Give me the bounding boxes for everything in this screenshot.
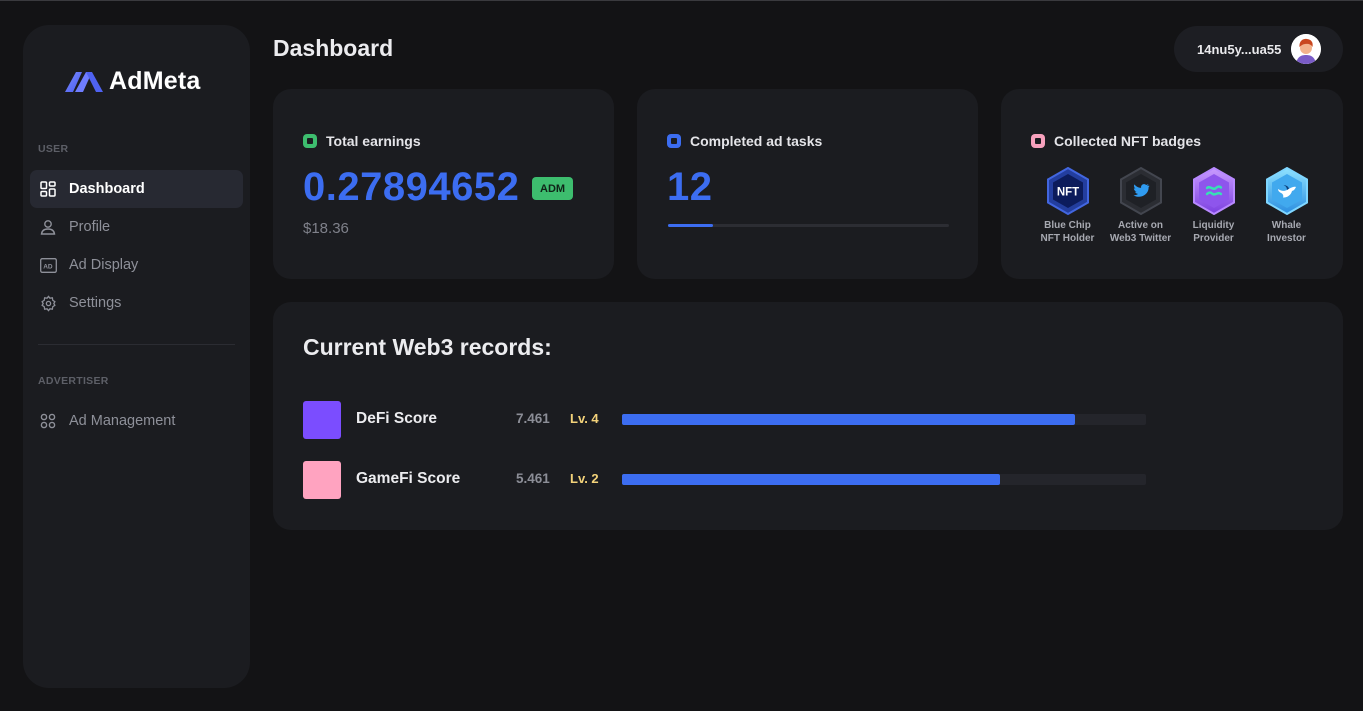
sidebar-item-label: Settings xyxy=(69,295,122,311)
record-progress-fill xyxy=(622,414,1076,425)
record-row-gamefi: GameFi Score 5.461 Lv. 2 xyxy=(303,461,1343,499)
gamefi-color-swatch xyxy=(303,461,341,499)
page-title: Dashboard xyxy=(273,35,394,61)
sidebar-item-ad-display[interactable]: AD Ad Display xyxy=(30,246,243,284)
record-progress-bar xyxy=(622,474,1146,485)
record-row-defi: DeFi Score 7.461 Lv. 4 xyxy=(303,401,1343,439)
svg-text:NFT: NFT xyxy=(1056,187,1078,199)
sidebar-item-label: Profile xyxy=(69,219,111,235)
wallet-button[interactable]: 14nu5y...ua55 xyxy=(1174,26,1343,72)
sidebar-item-ad-management[interactable]: Ad Management xyxy=(30,402,243,440)
record-level: Lv. 2 xyxy=(570,471,599,486)
badge-label: Whale Investor xyxy=(1267,220,1306,244)
badge-list: NFT Blue Chip NFT Holder Active on Web3 Tw… xyxy=(1031,167,1323,245)
record-score: 5.461 xyxy=(516,471,550,486)
record-progress-bar xyxy=(622,414,1146,425)
badges-card: Collected NFT badges NFT Blue Chip NFT Ho… xyxy=(1001,89,1343,279)
sidebar-item-label: Ad Management xyxy=(69,413,176,429)
whale-badge-icon xyxy=(1265,167,1308,215)
sidebar-divider xyxy=(38,344,235,345)
sidebar-item-settings[interactable]: Settings xyxy=(30,284,243,322)
earnings-indicator-icon xyxy=(303,134,317,148)
badges-card-title: Collected NFT badges xyxy=(1031,133,1201,149)
badge-label: Liquidity Provider xyxy=(1192,220,1235,244)
sidebar-item-label: Ad Display xyxy=(69,257,139,273)
brand-logo[interactable]: AdMeta xyxy=(65,67,200,96)
tasks-progress-bar xyxy=(668,224,949,227)
brand-name: AdMeta xyxy=(109,67,201,95)
liquidity-badge-icon xyxy=(1192,167,1235,215)
records-title: Current Web3 records: xyxy=(303,334,552,360)
badge-label: Active on Web3 Twitter xyxy=(1109,220,1172,244)
token-badge: ADM xyxy=(532,177,574,200)
badge-twitter[interactable]: Active on Web3 Twitter xyxy=(1104,167,1177,245)
badges-indicator-icon xyxy=(1031,134,1045,148)
section-label-user: USER xyxy=(38,143,69,155)
defi-color-swatch xyxy=(303,401,341,439)
record-name: DeFi Score xyxy=(356,410,437,427)
earnings-title: Total earnings xyxy=(326,133,421,149)
web3-records-panel: Current Web3 records: DeFi Score 7.461 L… xyxy=(273,302,1343,530)
tasks-progress-fill xyxy=(668,224,713,227)
badge-liquidity[interactable]: Liquidity Provider xyxy=(1177,167,1250,245)
badge-blue-chip[interactable]: NFT Blue Chip NFT Holder xyxy=(1031,167,1104,245)
sidebar-item-profile[interactable]: Profile xyxy=(30,208,243,246)
wallet-address: 14nu5y...ua55 xyxy=(1197,41,1282,57)
earnings-usd-value: $18.36 xyxy=(303,220,349,237)
tasks-card: Completed ad tasks 12 xyxy=(637,89,978,279)
tasks-title: Completed ad tasks xyxy=(690,133,823,149)
badge-whale[interactable]: Whale Investor xyxy=(1250,167,1323,245)
command-icon xyxy=(39,412,57,430)
sidebar-item-dashboard[interactable]: Dashboard xyxy=(30,170,243,208)
gear-icon xyxy=(39,294,57,312)
badges-title: Collected NFT badges xyxy=(1054,133,1202,149)
nft-badge-icon: NFT xyxy=(1046,167,1089,215)
section-label-advertiser: ADVERTISER xyxy=(38,375,109,387)
record-level: Lv. 4 xyxy=(570,411,599,426)
tasks-value: 12 xyxy=(667,165,713,209)
earnings-card: Total earnings 0.27894652 ADM $18.36 xyxy=(273,89,614,279)
dashboard-grid-icon xyxy=(39,180,57,198)
record-progress-fill xyxy=(622,474,1001,485)
tasks-indicator-icon xyxy=(667,134,681,148)
badge-label: Blue Chip NFT Holder xyxy=(1040,220,1095,244)
earnings-card-title: Total earnings xyxy=(303,133,421,149)
record-name: GameFi Score xyxy=(356,470,461,487)
twitter-badge-icon xyxy=(1119,167,1162,215)
earnings-value: 0.27894652 xyxy=(303,165,520,209)
tasks-card-title: Completed ad tasks xyxy=(667,133,822,149)
record-score: 7.461 xyxy=(516,411,550,426)
ad-display-icon: AD xyxy=(39,256,57,274)
svg-text:AD: AD xyxy=(43,263,53,270)
admeta-logo-icon xyxy=(65,71,103,92)
sidebar-item-label: Dashboard xyxy=(69,181,145,197)
sidebar: AdMeta USER Dashboard Profile AD Ad Disp… xyxy=(23,25,250,688)
user-icon xyxy=(39,218,57,236)
avatar[interactable] xyxy=(1291,34,1321,64)
